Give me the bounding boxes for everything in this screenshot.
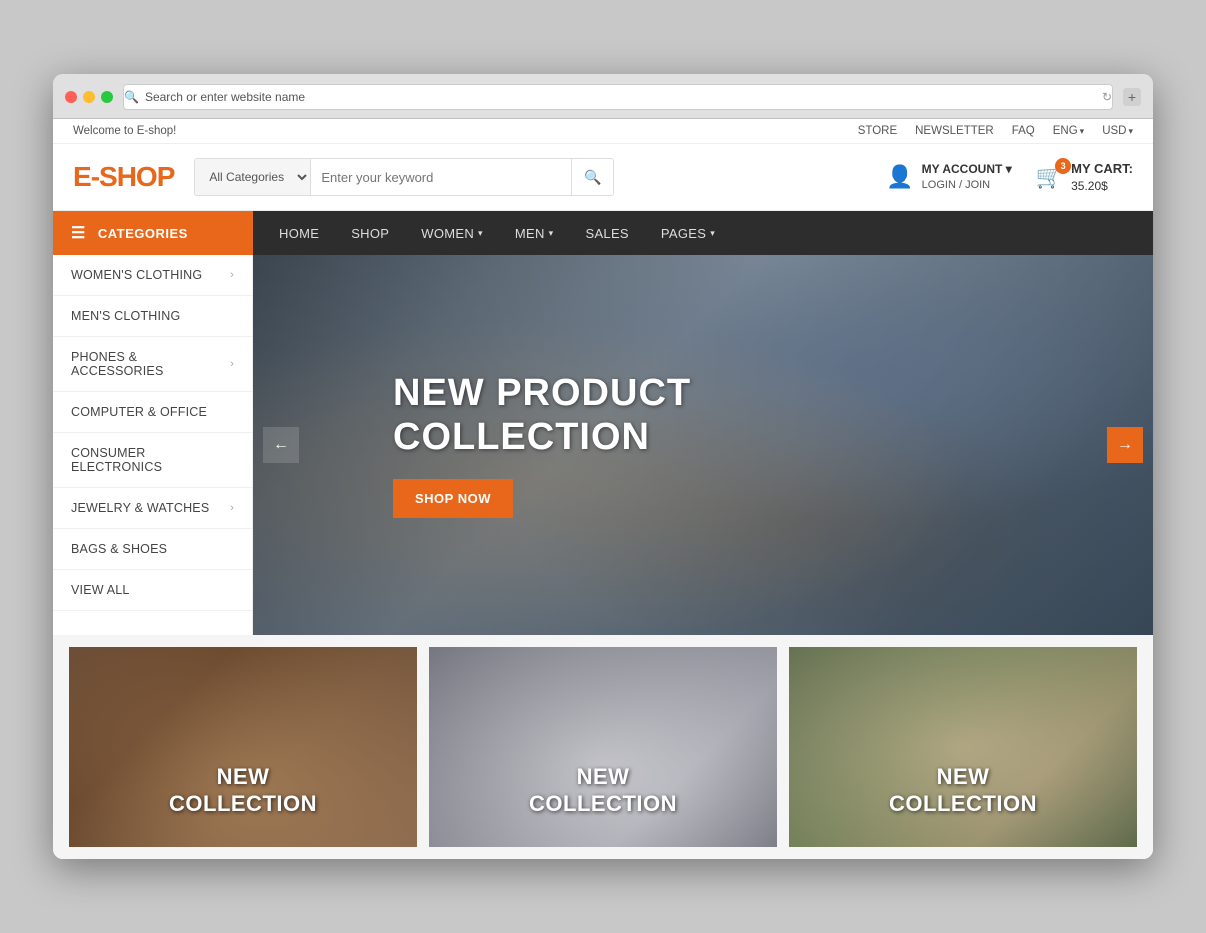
search-area: All Categories 🔍 xyxy=(194,158,614,196)
cart-icon-wrap: 🛒 3 xyxy=(1036,164,1063,190)
hamburger-icon: ☰ xyxy=(71,223,86,243)
hero-section: NEW PRODUCT COLLECTION SHOP NOW ← → xyxy=(253,255,1153,635)
logo-accent: E xyxy=(73,161,91,192)
categories-tab[interactable]: ☰ CATEGORIES xyxy=(53,211,253,255)
currency-arrow: ▾ xyxy=(1128,126,1133,136)
search-button[interactable]: 🔍 xyxy=(571,159,613,195)
currency-selector[interactable]: USD▾ xyxy=(1102,125,1133,137)
sidebar-item-phones[interactable]: PHONES & ACCESSORIES › xyxy=(53,337,252,392)
nav-links: HOME SHOP WOMEN▾ MEN▾ SALES PAGES▾ xyxy=(253,211,741,255)
cart-amount: 35.20$ xyxy=(1071,179,1108,193)
store-link[interactable]: STORE xyxy=(858,125,897,137)
refresh-icon: ↻ xyxy=(1102,90,1112,104)
logo[interactable]: E-SHOP xyxy=(73,161,174,193)
nav-home[interactable]: HOME xyxy=(263,211,335,255)
shop-now-button[interactable]: SHOP NOW xyxy=(393,479,513,518)
nav-shop[interactable]: SHOP xyxy=(335,211,405,255)
header-actions: 👤 MY ACCOUNT ▾ LOGIN / JOIN 🛒 3 xyxy=(886,160,1133,195)
search-icon: 🔍 xyxy=(124,90,139,104)
maximize-button[interactable] xyxy=(101,91,113,103)
chevron-right-icon-2: › xyxy=(230,358,234,370)
close-button[interactable] xyxy=(65,91,77,103)
sidebar-item-bags[interactable]: BAGS & SHOES xyxy=(53,529,252,570)
main-content: WOMEN'S CLOTHING › MEN'S CLOTHING PHONES… xyxy=(53,255,1153,635)
categories-label: CATEGORIES xyxy=(98,226,188,241)
nav-women[interactable]: WOMEN▾ xyxy=(405,211,499,255)
sidebar-item-mens-clothing[interactable]: MEN'S CLOTHING xyxy=(53,296,252,337)
header: E-SHOP All Categories 🔍 👤 MY ACCOUNT ▾ xyxy=(53,144,1153,211)
men-arrow: ▾ xyxy=(549,228,554,239)
lang-selector[interactable]: ENG▾ xyxy=(1053,125,1084,137)
chevron-right-icon: › xyxy=(230,269,234,281)
hero-banner: NEW PRODUCT COLLECTION SHOP NOW ← → xyxy=(253,255,1153,635)
nav-pages[interactable]: PAGES▾ xyxy=(645,211,731,255)
nav-men[interactable]: MEN▾ xyxy=(499,211,570,255)
account-text: MY ACCOUNT ▾ LOGIN / JOIN xyxy=(922,161,1012,193)
banner-item-3[interactable]: NEW COLLECTION xyxy=(789,647,1137,847)
hero-content: NEW PRODUCT COLLECTION SHOP NOW xyxy=(253,372,691,518)
store-page: Welcome to E-shop! STORE NEWSLETTER FAQ … xyxy=(53,119,1153,859)
account-arrow: ▾ xyxy=(1006,162,1012,176)
sidebar-item-view-all[interactable]: VIEW ALL xyxy=(53,570,252,611)
sidebar-item-electronics[interactable]: CONSUMER ELECTRONICS xyxy=(53,433,252,488)
account-area[interactable]: 👤 MY ACCOUNT ▾ LOGIN / JOIN xyxy=(886,161,1011,193)
account-label: MY ACCOUNT ▾ xyxy=(922,161,1012,178)
cart-badge: 3 xyxy=(1055,158,1071,174)
category-select[interactable]: All Categories xyxy=(195,159,311,195)
banner-item-1[interactable]: NEW COLLECTION xyxy=(69,647,417,847)
sidebar: WOMEN'S CLOTHING › MEN'S CLOTHING PHONES… xyxy=(53,255,253,635)
newsletter-link[interactable]: NEWSLETTER xyxy=(915,125,994,137)
address-text: Search or enter website name xyxy=(145,90,305,104)
banner-item-2[interactable]: NEW COLLECTION xyxy=(429,647,777,847)
banner-1-content: NEW COLLECTION xyxy=(69,764,417,817)
bottom-banners: NEW COLLECTION NEW COLLECTION NEW COLLEC… xyxy=(53,635,1153,859)
banner-3-content: NEW COLLECTION xyxy=(789,764,1137,817)
minimize-button[interactable] xyxy=(83,91,95,103)
browser-chrome: 🔍 Search or enter website name ↻ + xyxy=(53,74,1153,119)
women-arrow: ▾ xyxy=(478,228,483,239)
pages-arrow: ▾ xyxy=(710,228,715,239)
banner-2-content: NEW COLLECTION xyxy=(429,764,777,817)
traffic-lights xyxy=(65,91,113,103)
welcome-text: Welcome to E-shop! xyxy=(73,125,176,137)
lang-arrow: ▾ xyxy=(1080,126,1085,136)
hero-title: NEW PRODUCT COLLECTION xyxy=(393,372,691,459)
new-tab-button[interactable]: + xyxy=(1123,88,1141,106)
navbar: ☰ CATEGORIES HOME SHOP WOMEN▾ MEN▾ SALES… xyxy=(53,211,1153,255)
search-input[interactable] xyxy=(311,159,571,195)
slider-next-button[interactable]: → xyxy=(1107,427,1143,463)
cart-label: MY CART: xyxy=(1071,160,1133,178)
address-bar[interactable]: 🔍 Search or enter website name ↻ xyxy=(123,84,1113,110)
sidebar-item-computer[interactable]: COMPUTER & OFFICE xyxy=(53,392,252,433)
top-bar-right: STORE NEWSLETTER FAQ ENG▾ USD▾ xyxy=(858,125,1133,137)
nav-sales[interactable]: SALES xyxy=(569,211,644,255)
cart-text: MY CART: 35.20$ xyxy=(1071,160,1133,195)
user-icon: 👤 xyxy=(886,164,913,190)
account-sub: LOGIN / JOIN xyxy=(922,179,990,191)
faq-link[interactable]: FAQ xyxy=(1012,125,1035,137)
slider-prev-button[interactable]: ← xyxy=(263,427,299,463)
sidebar-item-jewelry[interactable]: JEWELRY & WATCHES › xyxy=(53,488,252,529)
chevron-right-icon-3: › xyxy=(230,502,234,514)
cart-area[interactable]: 🛒 3 MY CART: 35.20$ xyxy=(1036,160,1133,195)
top-bar: Welcome to E-shop! STORE NEWSLETTER FAQ … xyxy=(53,119,1153,144)
logo-text: -SHOP xyxy=(91,161,175,192)
sidebar-item-womens-clothing[interactable]: WOMEN'S CLOTHING › xyxy=(53,255,252,296)
